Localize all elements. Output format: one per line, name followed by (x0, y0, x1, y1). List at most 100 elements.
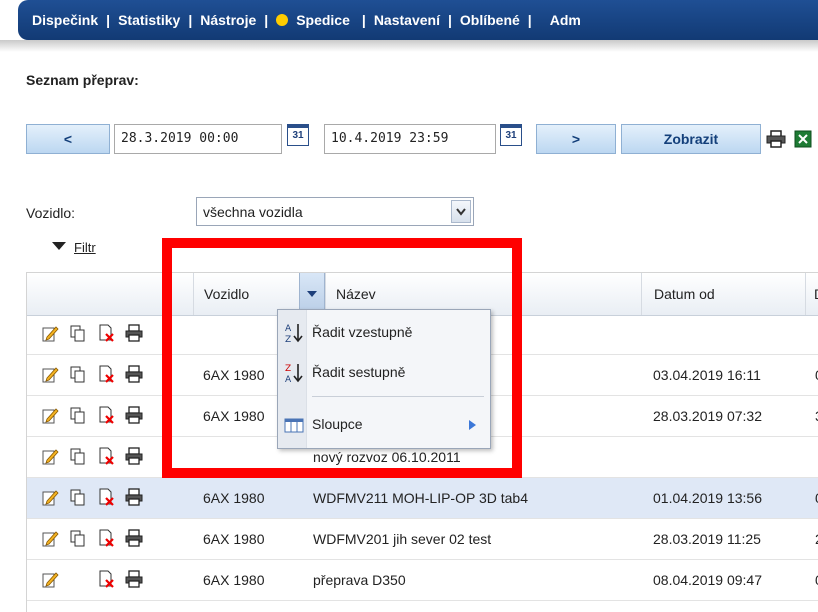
delete-icon[interactable] (97, 447, 115, 465)
menu-separator (312, 396, 484, 397)
chevron-down-icon[interactable] (451, 200, 471, 223)
row-action-icons (41, 324, 161, 344)
menu-item-sort-desc[interactable]: Z A Řadit sestupně (278, 354, 490, 390)
table-row[interactable]: 6AX 1980 WDFMV211 MOH-LIP-OP 3D tab4 01.04… (27, 478, 818, 519)
menu-item-label: Řadit vzestupně (312, 324, 413, 340)
cell-vehicle: 6AX 1980 (203, 367, 265, 383)
copy-icon[interactable] (69, 324, 87, 342)
excel-icon[interactable] (794, 130, 812, 148)
menu-item-columns[interactable]: Sloupce (278, 406, 490, 442)
vehicle-select-value: všechna vozidla (203, 204, 303, 220)
header-datum-od[interactable]: Datum od (641, 273, 805, 315)
delete-icon[interactable] (97, 529, 115, 547)
row-action-icons (41, 406, 161, 426)
menu-item-label: Řadit sestupně (312, 364, 406, 380)
nav-shadow (0, 40, 818, 52)
copy-icon[interactable] (69, 488, 87, 506)
vehicle-select[interactable]: všechna vozidla (196, 197, 474, 226)
cell-vehicle: 6AX 1980 (203, 490, 265, 506)
date-from-input[interactable]: 28.3.2019 00:00 (114, 124, 282, 154)
nav-separator: | (264, 12, 269, 28)
cell-vehicle: 6AX 1980 (203, 531, 265, 547)
delete-icon[interactable] (97, 365, 115, 383)
nav-statistiky[interactable]: Statistiky (118, 12, 180, 28)
menu-item-sort-asc[interactable]: A Z Řadit vzestupně (278, 314, 490, 350)
cell-vehicle: 6AX 1980 (203, 572, 265, 588)
cell-date-from: 01.04.2019 13:56 (653, 490, 762, 506)
column-menu: A Z Řadit vzestupně Z A Řadit sestupně S… (277, 309, 491, 449)
row-action-icons (41, 570, 161, 590)
cell-name: WDFMV201 jih sever 02 test (313, 531, 492, 547)
edit-icon[interactable] (41, 406, 59, 424)
cell-date-from: 08.04.2019 09:47 (653, 572, 762, 588)
sort-descending-icon: Z A (285, 364, 303, 384)
copy-icon[interactable] (69, 529, 87, 547)
calendar-day-label: 31 (505, 130, 517, 141)
nav-nastroje[interactable]: Nástroje (200, 12, 256, 28)
svg-text:Z: Z (285, 364, 291, 374)
row-action-icons (41, 488, 161, 508)
row-action-icons (41, 447, 161, 467)
nav-dispecink[interactable]: Dispečink (32, 12, 98, 28)
svg-text:Z: Z (285, 335, 291, 344)
copy-icon[interactable] (69, 365, 87, 383)
copy-icon[interactable] (69, 447, 87, 465)
edit-icon[interactable] (41, 365, 59, 383)
nav-oblibene[interactable]: Oblíbené (460, 12, 520, 28)
nav-spedice-label: Spedice (296, 12, 350, 28)
edit-icon[interactable] (41, 570, 59, 588)
table-row[interactable]: 6AX 1980přeprava D35008.04.2019 09:470 (27, 560, 818, 601)
cell-date-from: 28.03.2019 11:25 (653, 531, 761, 547)
delete-icon[interactable] (97, 406, 115, 424)
svg-text:A: A (285, 324, 292, 334)
delete-icon[interactable] (97, 488, 115, 506)
printer-icon[interactable] (766, 130, 786, 148)
filter-link[interactable]: Filtr (74, 240, 96, 255)
page-title: Seznam přeprav: (26, 72, 139, 88)
edit-icon[interactable] (41, 447, 59, 465)
calendar-icon[interactable]: 31 (287, 124, 309, 146)
calendar-day-label: 31 (292, 130, 304, 141)
header-actions (27, 273, 193, 315)
next-period-button[interactable]: > (536, 124, 616, 154)
table-row[interactable]: 6AX 1980 WDFMV201 jih sever 02 test 28.03.… (27, 519, 818, 560)
prev-period-button[interactable]: < (26, 124, 110, 154)
edit-icon[interactable] (41, 529, 59, 547)
sort-ascending-icon: A Z (285, 324, 303, 344)
copy-icon[interactable] (69, 406, 87, 424)
row-action-icons (41, 365, 161, 385)
print-icon[interactable] (125, 324, 143, 342)
print-icon[interactable] (125, 529, 143, 547)
nav-spedice[interactable]: Spedice (276, 12, 350, 28)
top-navigation: Dispečink | Statistiky | Nástroje | Sped… (18, 0, 818, 40)
header-datum-do[interactable]: D (805, 273, 818, 315)
edit-icon[interactable] (41, 488, 59, 506)
edit-icon[interactable] (41, 324, 59, 342)
cell-name: nový rozvoz 06.10.2011 (313, 449, 461, 465)
print-icon[interactable] (125, 365, 143, 383)
status-dot-icon (276, 14, 289, 26)
print-icon[interactable] (125, 447, 143, 465)
nav-separator: | (188, 12, 193, 28)
delete-icon[interactable] (97, 324, 115, 342)
print-icon[interactable] (125, 406, 143, 424)
row-action-icons (41, 529, 161, 549)
svg-text:A: A (285, 375, 292, 384)
nav-admin[interactable]: Adm (550, 12, 581, 28)
delete-icon[interactable] (97, 570, 115, 588)
calendar-icon[interactable]: 31 (500, 124, 522, 146)
filter-toggle[interactable]: Filtr (52, 240, 96, 255)
triangle-down-icon (307, 291, 317, 297)
triangle-down-icon (52, 242, 66, 250)
nav-separator: | (106, 12, 111, 28)
date-to-input[interactable]: 10.4.2019 23:59 (324, 124, 496, 154)
nav-nastaveni[interactable]: Nastavení (374, 12, 440, 28)
cell-vehicle: 6AX 1980 (203, 408, 265, 424)
print-icon[interactable] (125, 570, 143, 588)
columns-icon (284, 418, 304, 433)
menu-item-label: Sloupce (312, 416, 363, 432)
show-button[interactable]: Zobrazit (621, 124, 761, 154)
vehicle-filter-label: Vozidlo: (26, 205, 76, 221)
print-icon[interactable] (125, 488, 143, 506)
nav-separator: | (361, 12, 366, 28)
